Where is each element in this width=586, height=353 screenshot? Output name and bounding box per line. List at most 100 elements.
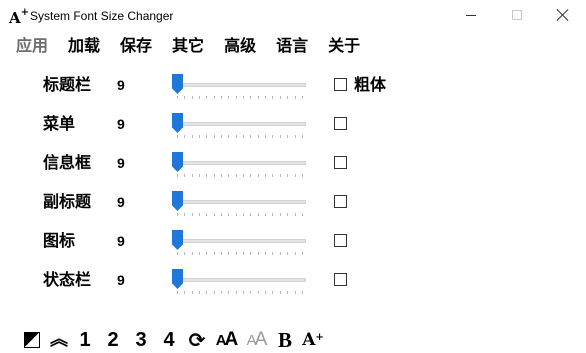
slider-tick: [294, 96, 296, 99]
slider-tick: [250, 252, 252, 255]
slider-tick: [294, 135, 296, 138]
preset-2-button[interactable]: 2: [102, 329, 124, 351]
slider-tick: [184, 174, 186, 177]
slider-tick: [228, 291, 230, 294]
size-slider[interactable]: [172, 227, 308, 255]
bold-checkbox[interactable]: [334, 78, 347, 91]
row-label: 状态栏: [43, 270, 92, 289]
refresh-icon[interactable]: ⟳: [186, 328, 208, 352]
slider-tick: [294, 252, 296, 255]
slider-tick: [199, 96, 201, 99]
slider-tick: [235, 135, 237, 138]
setting-row-message-box: 信息框 9: [0, 148, 586, 178]
slider-tick: [199, 135, 201, 138]
row-size-value: 9: [117, 233, 125, 249]
bold-checkbox[interactable]: [334, 195, 347, 208]
slider-ticks: [177, 213, 303, 216]
close-button[interactable]: [540, 0, 586, 30]
slider-tick: [213, 291, 215, 294]
row-size-value: 9: [117, 116, 125, 132]
row-size-value: 9: [117, 77, 125, 93]
slider-track[interactable]: [174, 200, 306, 204]
chevron-up-icon[interactable]: ︽: [50, 329, 68, 351]
app-icon-plus: +: [20, 7, 30, 18]
app-icon[interactable]: A+: [9, 6, 29, 27]
bold-checkbox[interactable]: [334, 273, 347, 286]
slider-track[interactable]: [174, 122, 306, 126]
slider-tick: [265, 96, 267, 99]
slider-track[interactable]: [174, 239, 306, 243]
font-size-grey-icon[interactable]: AA: [244, 329, 268, 351]
menu-language[interactable]: 语言: [276, 35, 308, 57]
menu-about[interactable]: 关于: [328, 35, 360, 57]
menu-load[interactable]: 加载: [68, 35, 100, 57]
slider-tick: [243, 135, 245, 138]
font-size-icon[interactable]: AA: [214, 329, 239, 351]
minimize-button[interactable]: [448, 0, 494, 30]
font-size-big-glyph: A: [224, 329, 239, 350]
slider-tick: [235, 174, 237, 177]
slider-tick: [177, 96, 178, 99]
preset-4-button[interactable]: 4: [158, 329, 180, 351]
row-size-value: 9: [117, 272, 125, 288]
slider-tick: [301, 174, 303, 177]
slider-thumb[interactable]: [172, 152, 183, 172]
slider-thumb[interactable]: [172, 230, 183, 250]
font-size-small-glyph: A: [215, 331, 227, 349]
menu-other[interactable]: 其它: [172, 35, 204, 57]
slider-tick: [191, 174, 193, 177]
size-slider[interactable]: [172, 71, 308, 99]
slider-tick: [257, 213, 259, 216]
slider-tick: [287, 213, 289, 216]
slider-tick: [250, 291, 252, 294]
size-slider[interactable]: [172, 149, 308, 177]
slider-tick: [250, 174, 252, 177]
slider-tick: [235, 291, 237, 294]
menu-save[interactable]: 保存: [120, 35, 152, 57]
size-slider[interactable]: [172, 266, 308, 294]
slider-tick: [191, 252, 193, 255]
preset-3-button[interactable]: 3: [130, 329, 152, 351]
slider-tick: [199, 291, 201, 294]
size-slider[interactable]: [172, 188, 308, 216]
title-bar: A+ System Font Size Changer: [0, 0, 586, 31]
slider-tick: [199, 174, 201, 177]
slider-track[interactable]: [174, 278, 306, 282]
slider-thumb[interactable]: [172, 191, 183, 211]
menu-advanced[interactable]: 高级: [224, 35, 256, 57]
slider-track[interactable]: [174, 161, 306, 165]
slider-thumb[interactable]: [172, 269, 183, 289]
slider-tick: [191, 96, 193, 99]
slider-tick: [279, 135, 281, 138]
slider-tick: [199, 213, 201, 216]
bold-icon[interactable]: B: [274, 328, 296, 352]
slider-tick: [221, 174, 223, 177]
setting-row-menu: 菜单 9: [0, 109, 586, 139]
bold-checkbox[interactable]: [334, 156, 347, 169]
slider-tick: [257, 96, 259, 99]
size-slider[interactable]: [172, 110, 308, 138]
minimize-icon: [466, 14, 476, 16]
slider-tick: [250, 96, 252, 99]
slider-track[interactable]: [174, 83, 306, 87]
slider-tick: [279, 213, 281, 216]
bottom-toolbar: ︽ 1 2 3 4 ⟳ AA AA B A +: [24, 328, 330, 352]
menu-apply[interactable]: 应用: [16, 35, 48, 57]
font-size-grey-big-glyph: A: [254, 329, 268, 350]
menu-bar: 应用 加载 保存 其它 高级 语言 关于: [16, 35, 380, 57]
slider-tick: [235, 96, 237, 99]
bold-label[interactable]: 粗体: [354, 74, 386, 96]
maximize-button[interactable]: [494, 0, 540, 30]
preset-1-button[interactable]: 1: [74, 329, 96, 351]
bold-checkbox[interactable]: [334, 234, 347, 247]
slider-tick: [221, 213, 223, 216]
slider-ticks: [177, 135, 303, 138]
slider-tick: [213, 135, 215, 138]
slider-ticks: [177, 252, 303, 255]
contrast-icon[interactable]: [24, 332, 40, 348]
slider-thumb[interactable]: [172, 113, 183, 133]
bold-checkbox[interactable]: [334, 117, 347, 130]
font-increase-icon[interactable]: A +: [302, 329, 324, 351]
slider-thumb[interactable]: [172, 74, 183, 94]
slider-tick: [301, 96, 303, 99]
